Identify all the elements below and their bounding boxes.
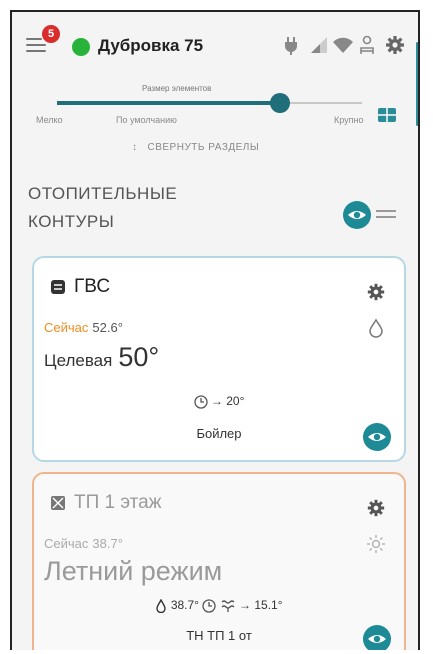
target-temperature: Целевая 50° bbox=[44, 342, 159, 373]
slider-thumb[interactable] bbox=[269, 93, 290, 113]
water-drop-icon bbox=[369, 318, 383, 338]
current-temperature: Сейчас 52.6° bbox=[44, 320, 123, 335]
sensor-info: 38.7° → 15.1° bbox=[34, 598, 404, 614]
collapse-sections-button[interactable]: ↕ СВЕРНУТЬ РАЗДЕЛЫ bbox=[132, 142, 259, 153]
section-title-line2: КОНТУРЫ bbox=[28, 212, 115, 231]
online-status-dot bbox=[72, 38, 90, 56]
eye-icon[interactable] bbox=[342, 200, 372, 230]
info-value: → 20° bbox=[210, 394, 245, 408]
target-label: Целевая bbox=[44, 351, 113, 370]
person-icon bbox=[360, 35, 374, 54]
notification-badge[interactable]: 5 bbox=[42, 25, 60, 43]
clock-icon bbox=[193, 395, 208, 409]
plug-icon bbox=[285, 37, 297, 55]
top-bar: 5 Дубровка 75 bbox=[12, 12, 418, 82]
target-value: 50° bbox=[118, 342, 160, 372]
mode-label: ТН ТП 1 от bbox=[186, 628, 252, 643]
collapse-icon: ↕ bbox=[132, 142, 138, 153]
card-title: ГВС bbox=[50, 276, 110, 298]
circuit-card-gvs[interactable]: ГВС Сейчас 52.6° Целевая 50° → 20° Бойлер bbox=[32, 256, 406, 462]
clock-icon bbox=[202, 599, 216, 613]
now-label: Сейчас bbox=[44, 536, 89, 551]
radiator-icon bbox=[51, 496, 65, 510]
water-temp-value: 38.7° bbox=[170, 598, 199, 612]
slider-caption: Размер элементов bbox=[142, 84, 212, 93]
layout-icon[interactable] bbox=[378, 108, 396, 122]
card-name: ТП 1 этаж bbox=[74, 492, 162, 513]
drag-handle-icon[interactable] bbox=[376, 210, 396, 220]
collapse-label: СВЕРНУТЬ РАЗДЕЛЫ bbox=[147, 142, 260, 153]
now-value: 52.6° bbox=[92, 320, 123, 335]
gear-icon[interactable] bbox=[366, 282, 386, 302]
card-name: ГВС bbox=[74, 276, 111, 297]
eye-icon[interactable] bbox=[362, 624, 392, 650]
slider-label-small: Мелко bbox=[36, 115, 63, 125]
eye-icon[interactable] bbox=[362, 422, 392, 452]
element-size-slider[interactable] bbox=[57, 93, 362, 113]
mode-label: Бойлер bbox=[196, 426, 242, 441]
device-title[interactable]: Дубровка 75 bbox=[98, 36, 203, 56]
boiler-icon bbox=[51, 280, 65, 294]
scroll-indicator bbox=[416, 42, 418, 126]
slider-label-large: Крупно bbox=[334, 115, 364, 125]
card-title: ТП 1 этаж bbox=[50, 492, 161, 514]
outdoor-info: → 20° bbox=[34, 394, 404, 409]
slider-fill bbox=[57, 101, 280, 105]
signal-icon bbox=[311, 37, 327, 53]
now-label: Сейчас bbox=[44, 320, 89, 335]
app-screen: 5 Дубровка 75 Размер элементов Мелко По … bbox=[10, 10, 420, 650]
heat-pump-icon bbox=[221, 600, 235, 612]
water-drop-icon bbox=[156, 598, 167, 614]
slider-label-default: По умолчанию bbox=[116, 115, 177, 125]
section-title-line1: ОТОПИТЕЛЬНЫЕ bbox=[28, 184, 178, 203]
now-value: 38.7° bbox=[92, 536, 123, 551]
section-title: ОТОПИТЕЛЬНЫЕ КОНТУРЫ bbox=[28, 180, 248, 236]
gear-icon[interactable] bbox=[384, 34, 406, 56]
wifi-icon bbox=[333, 37, 353, 53]
gear-icon[interactable] bbox=[366, 498, 386, 518]
target-value: → 15.1° bbox=[239, 598, 283, 612]
sun-icon bbox=[367, 535, 385, 553]
current-temperature: Сейчас 38.7° bbox=[44, 536, 123, 551]
summer-mode-status: Летний режим bbox=[44, 556, 223, 586]
circuit-card-tp-1[interactable]: ТП 1 этаж Сейчас 38.7° Летний режим 38.7… bbox=[32, 472, 406, 650]
